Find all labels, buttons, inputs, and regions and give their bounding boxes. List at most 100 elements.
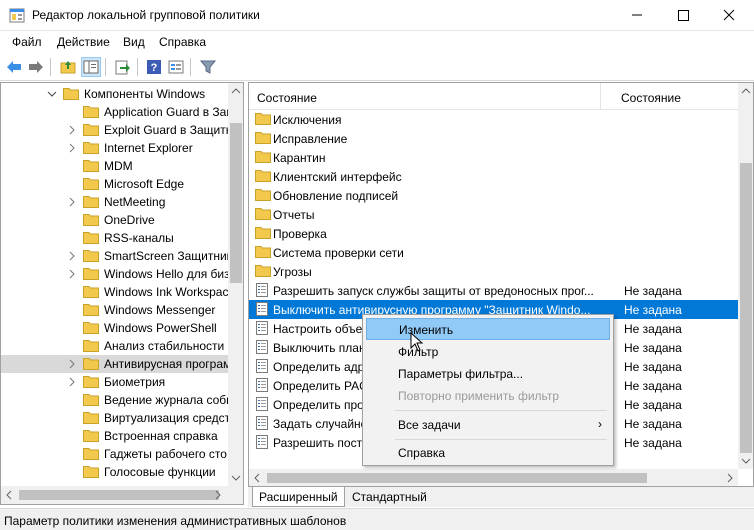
list-horizontal-scrollbar[interactable] xyxy=(249,469,738,487)
tree-item[interactable]: SmartScreen Защитник xyxy=(1,247,229,265)
export-list-button[interactable] xyxy=(112,57,132,77)
tab-extended[interactable]: Расширенный xyxy=(252,487,345,507)
properties-button[interactable] xyxy=(166,57,186,77)
tree-horizontal-scroll-thumb[interactable] xyxy=(19,490,219,500)
tree-item[interactable]: NetMeeting xyxy=(1,193,229,211)
tree-item-label: Голосовые функции xyxy=(104,465,216,479)
scroll-down-icon[interactable] xyxy=(228,470,244,486)
folder-icon xyxy=(83,177,99,190)
list-vertical-scroll-thumb[interactable] xyxy=(740,163,752,453)
policy-setting-icon xyxy=(255,435,269,449)
collapsed-arrow-icon[interactable] xyxy=(67,250,77,262)
context-item-label: Изменить xyxy=(399,323,454,337)
policy-setting-icon xyxy=(255,416,269,430)
context-menu: Изменить Фильтр Параметры фильтра... Пов… xyxy=(362,314,614,466)
list-policy-row[interactable]: Разрешить запуск службы защиты от вредон… xyxy=(249,281,738,300)
tree-item[interactable]: Application Guard в Защ xyxy=(1,103,229,121)
context-item-all-tasks[interactable]: Все задачи › xyxy=(366,414,610,436)
tree-vertical-scrollbar[interactable] xyxy=(228,83,244,486)
collapsed-arrow-icon[interactable] xyxy=(67,268,77,280)
column-header: Состояние Состояние xyxy=(249,83,738,110)
list-horizontal-scroll-thumb[interactable] xyxy=(267,473,647,483)
tree-item[interactable]: Windows Ink Workspac xyxy=(1,283,229,301)
tree-vertical-scroll-thumb[interactable] xyxy=(230,123,242,283)
tab-standard[interactable]: Стандартный xyxy=(346,487,433,507)
scroll-right-icon[interactable] xyxy=(722,469,738,487)
tree-item[interactable]: Встроенная справка xyxy=(1,427,229,445)
scroll-left-icon[interactable] xyxy=(1,486,17,504)
collapsed-arrow-icon[interactable] xyxy=(67,124,77,136)
folder-icon xyxy=(83,231,99,244)
tree-item[interactable]: Ведение журнала собы xyxy=(1,391,229,409)
collapsed-arrow-icon[interactable] xyxy=(67,358,77,370)
tree-item-label: Ведение журнала собы xyxy=(104,393,229,407)
tree-pane[interactable]: Компоненты Windows Application Guard в За… xyxy=(0,82,244,505)
close-button[interactable] xyxy=(706,0,752,30)
list-folder-row[interactable]: Отчеты xyxy=(249,205,738,224)
up-level-button[interactable] xyxy=(58,57,78,77)
menu-action[interactable]: Действие xyxy=(57,35,110,49)
scroll-left-icon[interactable] xyxy=(249,469,265,487)
tree-item[interactable]: RSS-каналы xyxy=(1,229,229,247)
list-folder-row[interactable]: Проверка xyxy=(249,224,738,243)
tree-item-label: Компоненты Windows xyxy=(84,87,206,101)
tree-item[interactable]: Windows Messenger xyxy=(1,301,229,319)
context-item-help[interactable]: Справка xyxy=(366,442,610,464)
scroll-up-icon[interactable] xyxy=(738,83,754,99)
list-folder-row[interactable]: Система проверки сети xyxy=(249,243,738,262)
minimize-button[interactable] xyxy=(614,0,660,30)
maximize-button[interactable] xyxy=(660,0,706,30)
tree-item-label: Биометрия xyxy=(104,375,166,389)
list-folder-row[interactable]: Угрозы xyxy=(249,262,738,281)
show-hide-tree-button[interactable] xyxy=(81,57,101,77)
column-header-state[interactable]: Состояние xyxy=(621,91,681,105)
list-folder-row[interactable]: Карантин xyxy=(249,148,738,167)
list-vertical-scrollbar[interactable] xyxy=(738,83,754,469)
list-row-state: Не задана xyxy=(624,417,682,431)
menu-view[interactable]: Вид xyxy=(123,35,145,49)
collapsed-arrow-icon[interactable] xyxy=(67,196,77,208)
collapsed-arrow-icon[interactable] xyxy=(67,142,77,154)
tree-item[interactable]: Windows PowerShell xyxy=(1,319,229,337)
menu-file[interactable]: Файл xyxy=(12,35,42,49)
tree-item[interactable]: Windows Hello для биз xyxy=(1,265,229,283)
list-folder-row[interactable]: Обновление подписей xyxy=(249,186,738,205)
context-item-filter[interactable]: Фильтр xyxy=(366,341,610,363)
help-button[interactable]: ? xyxy=(144,57,164,77)
tree-item[interactable]: Internet Explorer xyxy=(1,139,229,157)
list-row-state: Не задана xyxy=(624,284,682,298)
forward-button[interactable] xyxy=(26,57,46,77)
tree-item[interactable]: Виртуализация средст xyxy=(1,409,229,427)
tree-item[interactable]: Гаджеты рабочего сто xyxy=(1,445,229,463)
folder-icon xyxy=(255,188,271,202)
tree-item[interactable]: Антивирусная програм xyxy=(1,355,229,373)
tree-item[interactable]: Голосовые функции xyxy=(1,463,229,481)
policy-setting-icon xyxy=(255,397,269,411)
expanded-arrow-icon[interactable] xyxy=(47,88,57,100)
filter-button[interactable] xyxy=(198,57,218,77)
list-folder-row[interactable]: Клиентский интерфейс xyxy=(249,167,738,186)
tree-item[interactable]: Биометрия xyxy=(1,373,229,391)
list-folder-row[interactable]: Исключения xyxy=(249,110,738,129)
list-row-name: Карантин xyxy=(273,151,326,165)
scroll-down-icon[interactable] xyxy=(738,453,754,469)
tree-item[interactable]: Microsoft Edge xyxy=(1,175,229,193)
tree-item-label: MDM xyxy=(104,159,133,173)
context-item-filter-options[interactable]: Параметры фильтра... xyxy=(366,363,610,385)
scroll-up-icon[interactable] xyxy=(228,83,244,99)
tree-horizontal-scrollbar[interactable] xyxy=(1,486,243,504)
list-folder-row[interactable]: Исправление xyxy=(249,129,738,148)
back-button[interactable] xyxy=(4,57,24,77)
tree-item[interactable]: Анализ стабильности xyxy=(1,337,229,355)
minimize-icon xyxy=(632,14,642,16)
tree-item[interactable]: Компоненты Windows xyxy=(1,85,229,103)
collapsed-arrow-icon[interactable] xyxy=(67,376,77,388)
tree-item[interactable]: Exploit Guard в Защитн xyxy=(1,121,229,139)
menu-help[interactable]: Справка xyxy=(159,35,206,49)
column-header-name[interactable]: Состояние xyxy=(257,91,317,105)
tree-item[interactable]: OneDrive xyxy=(1,211,229,229)
scroll-right-icon[interactable] xyxy=(210,486,226,504)
tree-item[interactable]: MDM xyxy=(1,157,229,175)
context-item-edit[interactable]: Изменить xyxy=(366,318,610,340)
up-folder-icon xyxy=(60,61,76,74)
